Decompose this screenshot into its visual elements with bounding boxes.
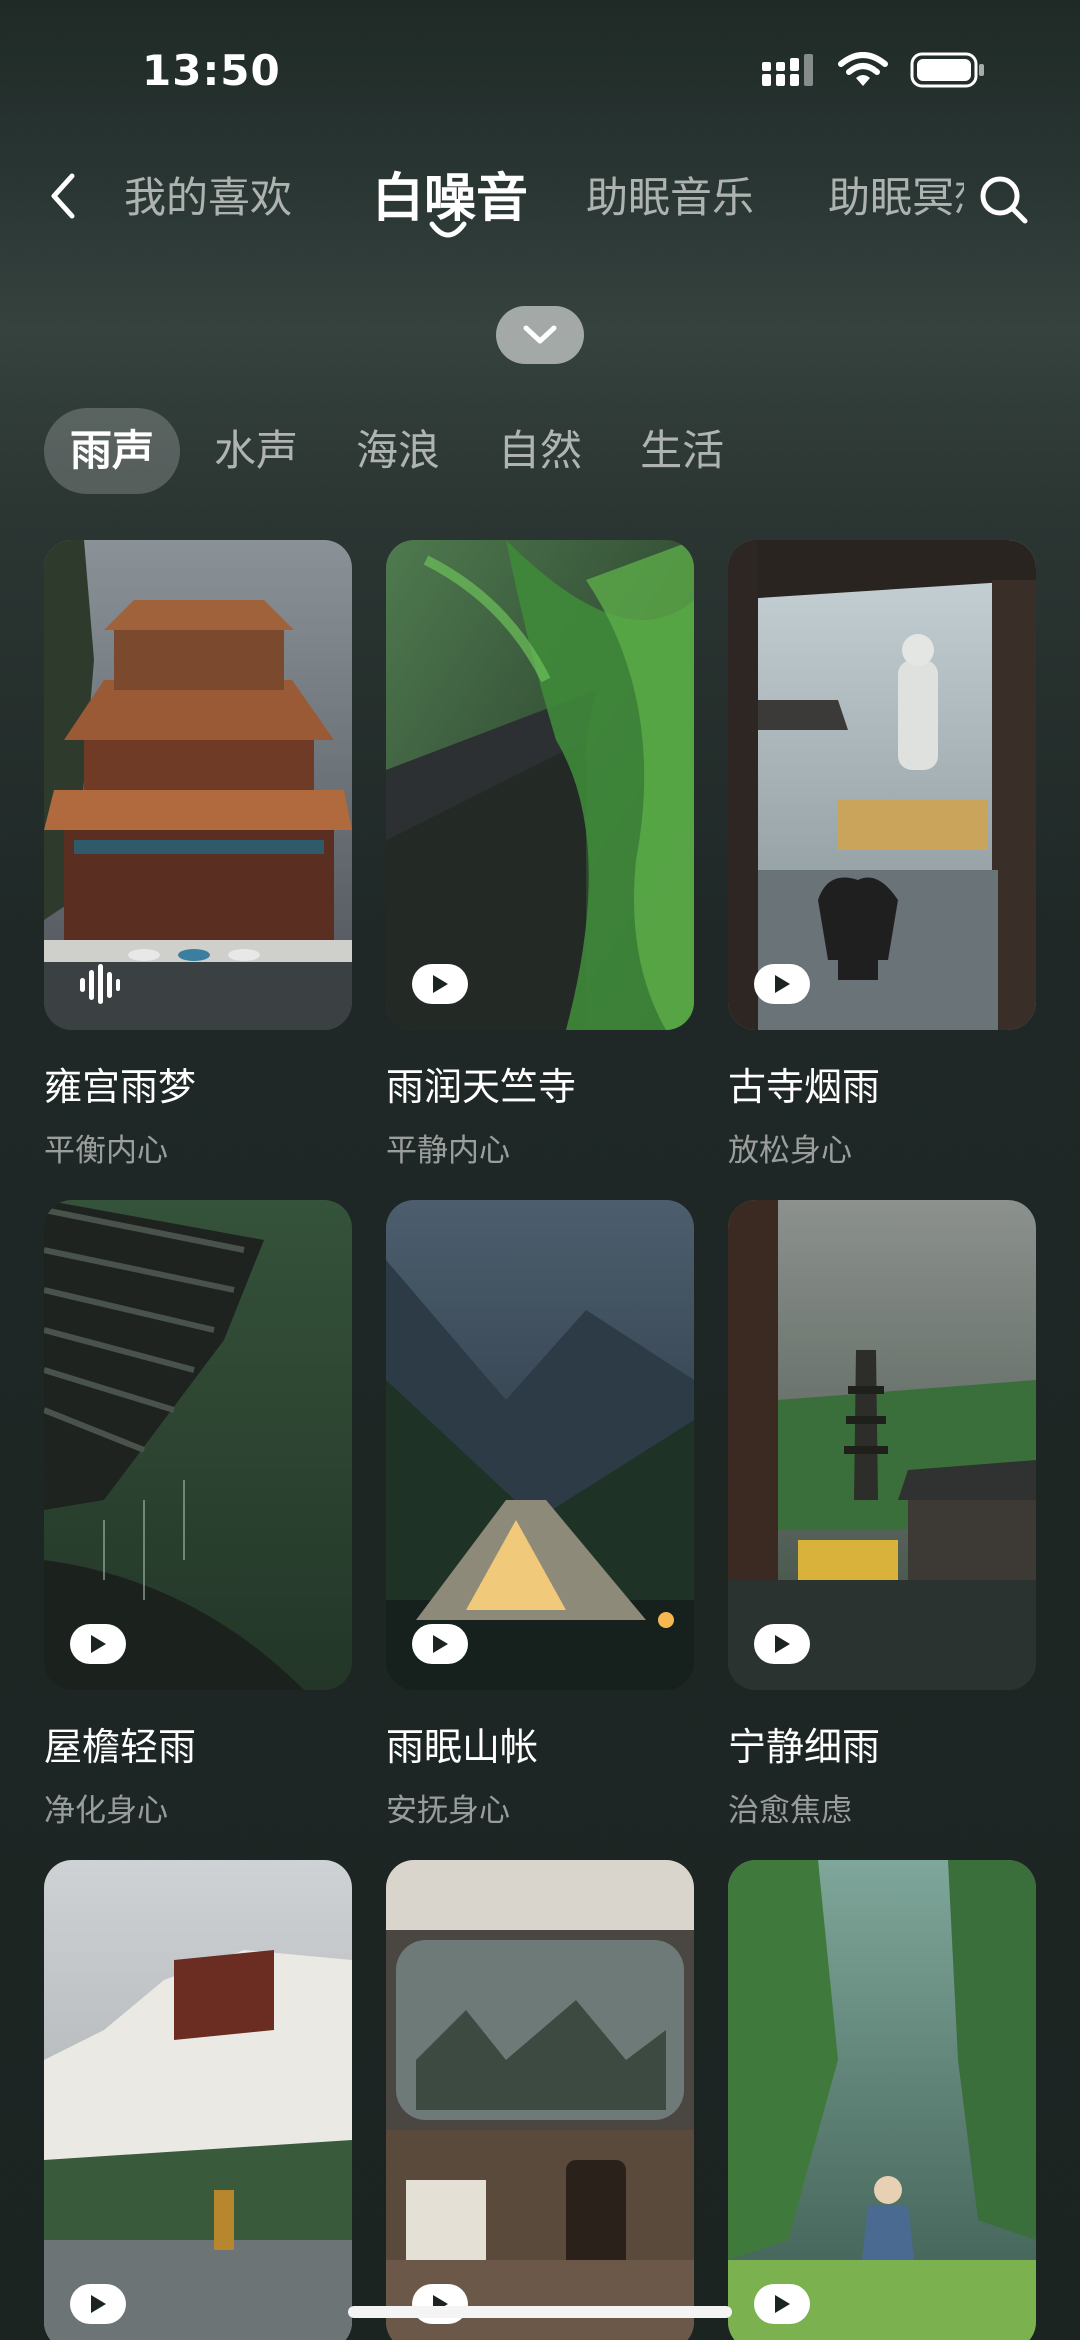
sound-card[interactable] [728,1860,1036,2340]
play-icon [775,1635,790,1653]
play-button[interactable] [412,964,468,1004]
tab-favorites[interactable]: 我的喜欢 [124,164,292,225]
card-thumbnail[interactable] [386,1860,694,2340]
sound-card[interactable]: 雍宫雨梦 平衡内心 [44,540,352,1170]
category-rain[interactable]: 雨声 [44,408,181,494]
card-thumbnail[interactable] [44,1200,352,1690]
sound-card[interactable] [386,1860,694,2340]
status-bar: 13:50 [0,0,1080,140]
play-icon [433,975,448,993]
card-subtitle: 放松身心 [728,1133,852,1169]
tab-sleep-meditation[interactable]: 助眠冥想 [828,164,964,225]
status-time: 13:50 [142,46,281,95]
category-nature[interactable]: 自然 [474,408,606,494]
rv-window-image [386,1860,694,2340]
card-title: 古寺烟雨 [728,1065,881,1109]
play-button[interactable] [412,2284,468,2324]
card-subtitle: 安抚身心 [386,1793,510,1829]
bamboo-eaves-image [386,540,694,1030]
active-tab-indicator [429,221,467,238]
sound-card[interactable] [44,1860,352,2340]
sound-card[interactable]: 雨润天竺寺 平静内心 [386,540,694,1170]
play-button[interactable] [412,1624,468,1664]
search-icon [980,176,1028,224]
card-thumbnail[interactable] [44,1860,352,2340]
card-thumbnail[interactable] [728,1200,1036,1690]
mountain-tent-image [386,1200,694,1690]
tab-sleep-music[interactable]: 助眠音乐 [586,164,754,225]
card-thumbnail[interactable] [386,1200,694,1690]
card-thumbnail[interactable] [386,540,694,1030]
sound-card[interactable]: 宁静细雨 治愈焦虑 [728,1200,1036,1830]
category-waves[interactable]: 海浪 [332,408,464,494]
wifi-icon [838,52,888,86]
card-thumbnail[interactable] [44,540,352,1030]
card-title: 雍宫雨梦 [44,1065,197,1109]
expand-button[interactable] [496,306,584,364]
eaves-rain-image [44,1200,352,1690]
play-icon [433,1635,448,1653]
sound-card[interactable]: 古寺烟雨 放松身心 [728,540,1036,1170]
play-button[interactable] [70,1624,126,1664]
card-subtitle: 平衡内心 [44,1133,168,1169]
card-title: 屋檐轻雨 [44,1725,197,1769]
card-thumbnail[interactable] [728,1860,1036,2340]
pagoda-drizzle-image [728,1200,1036,1690]
sound-wave-icon [80,964,120,1004]
category-water[interactable]: 水声 [190,408,322,494]
card-title: 雨眠山帐 [386,1725,539,1769]
category-tabs: 雨声 水声 海浪 自然 生活 [44,408,758,494]
play-button[interactable] [754,964,810,1004]
card-thumbnail[interactable] [728,540,1036,1030]
status-icons [762,52,986,88]
card-subtitle: 治愈焦虑 [728,1793,852,1829]
back-button[interactable] [38,166,88,226]
sound-card[interactable]: 屋檐轻雨 净化身心 [44,1200,352,1830]
sound-card[interactable]: 雨眠山帐 安抚身心 [386,1200,694,1830]
play-button[interactable] [754,2284,810,2324]
card-title: 宁静细雨 [728,1725,881,1769]
nav-tabs: 我的喜欢 白噪音 助眠音乐 助眠冥想 [124,150,964,250]
card-subtitle: 平静内心 [386,1133,510,1169]
home-indicator[interactable] [348,2306,732,2318]
play-button[interactable] [70,2284,126,2324]
play-button[interactable] [754,1624,810,1664]
search-button[interactable] [968,164,1040,236]
play-icon [775,975,790,993]
signal-icon [762,54,813,86]
play-icon [775,2295,790,2313]
forest-monk-image [728,1860,1036,2340]
chevron-left-icon [51,173,75,219]
temple-rain-image [44,540,352,1030]
card-title: 雨润天竺寺 [386,1065,577,1109]
chevron-down-icon [523,325,557,344]
category-life[interactable]: 生活 [616,408,748,494]
battery-icon [910,52,984,88]
statue-incense-image [728,540,1036,1030]
play-icon [91,1635,106,1653]
play-icon [91,2295,106,2313]
card-subtitle: 净化身心 [44,1793,168,1829]
top-nav: 我的喜欢 白噪音 助眠音乐 助眠冥想 [0,150,1080,250]
palace-rain-image [44,1860,352,2340]
